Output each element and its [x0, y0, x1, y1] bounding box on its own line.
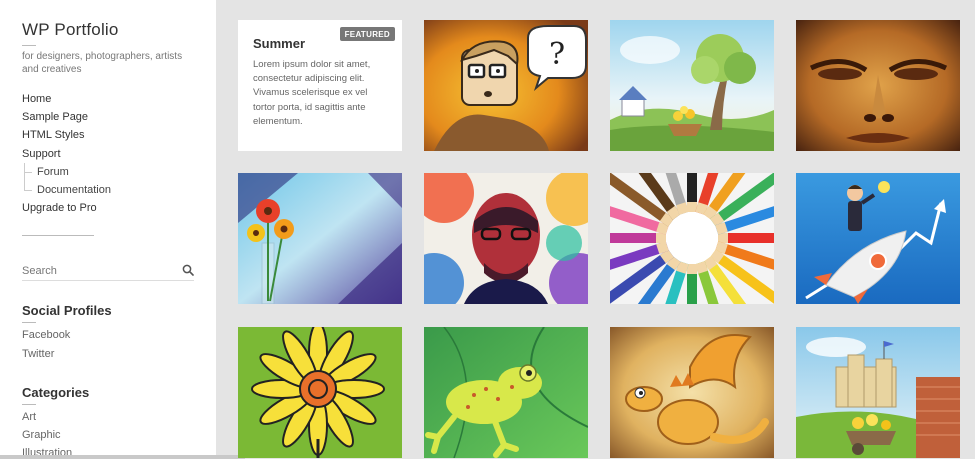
nav-item-upgrade-to-pro[interactable]: Upgrade to Pro: [22, 199, 194, 217]
search-icon[interactable]: [182, 264, 194, 277]
search-input[interactable]: [22, 262, 172, 278]
portfolio-thumbnail-businessman-rocket[interactable]: [796, 173, 960, 304]
portfolio-thumbnail-colored-pencils[interactable]: [610, 173, 774, 304]
house-tree-landscape-thumbnail: [610, 20, 774, 151]
category-link-art[interactable]: Art: [22, 408, 194, 426]
portfolio-thumbnail-house-tree[interactable]: [610, 20, 774, 151]
colorful-portrait-thumbnail: [424, 173, 588, 304]
cartoon-dragon-thumbnail: [610, 327, 774, 458]
portfolio-thumbnail-golden-face[interactable]: [796, 20, 960, 151]
portfolio-thumbnail-flowers-abstract[interactable]: [238, 173, 402, 304]
main-navigation: Home Sample Page HTML Styles Support For…: [22, 90, 194, 217]
portfolio-thumbnail-cartoon-dragon[interactable]: [610, 327, 774, 458]
portfolio-thumbnail-yellow-flower[interactable]: [238, 327, 402, 458]
portfolio-thumbnail-green-frog[interactable]: [424, 327, 588, 458]
nav-item-documentation[interactable]: Documentation: [22, 180, 194, 199]
featured-badge: FEATURED: [339, 27, 395, 41]
widget-divider: [22, 403, 36, 405]
castle-wheelbarrow-thumbnail: [796, 327, 960, 458]
nav-item-home[interactable]: Home: [22, 90, 194, 108]
featured-post-card[interactable]: FEATURED Summer Lorem ipsum dolor sit am…: [238, 20, 402, 151]
nav-item-support[interactable]: Support: [22, 145, 194, 163]
sidebar: WP Portfolio for designers, photographer…: [0, 0, 216, 459]
portfolio-thumbnail-colorful-portrait[interactable]: [424, 173, 588, 304]
title-divider: [22, 45, 36, 46]
horizontal-scrollbar[interactable]: [0, 455, 245, 459]
section-divider: [22, 235, 94, 237]
portfolio-thumbnail-castle-wheelbarrow[interactable]: [796, 327, 960, 458]
nav-item-html-styles[interactable]: HTML Styles: [22, 126, 194, 144]
golden-face-closeup-thumbnail: [796, 20, 960, 151]
site-title[interactable]: WP Portfolio: [22, 20, 194, 40]
colored-pencils-circle-thumbnail: [610, 173, 774, 304]
businessman-rocket-thumbnail: [796, 173, 960, 304]
site-tagline: for designers, photographers, artists an…: [22, 51, 183, 75]
category-link-graphic[interactable]: Graphic: [22, 426, 194, 444]
cartoon-man-question-thumbnail: ?: [424, 20, 588, 151]
nav-item-sample-page[interactable]: Sample Page: [22, 108, 194, 126]
social-link-twitter[interactable]: Twitter: [22, 345, 194, 363]
green-frog-thumbnail: [424, 327, 588, 458]
portfolio-thumbnail-cartoon-man[interactable]: ?: [424, 20, 588, 151]
post-excerpt: Lorem ipsum dolor sit amet, consectetur …: [253, 59, 371, 127]
categories-title: Categories: [22, 384, 90, 400]
nav-item-forum[interactable]: Forum: [22, 162, 194, 181]
search-form: [22, 261, 194, 282]
social-link-facebook[interactable]: Facebook: [22, 326, 194, 344]
widget-divider: [22, 322, 36, 324]
svg-text:?: ?: [549, 37, 565, 72]
social-profiles-title: Social Profiles: [22, 303, 112, 319]
flowers-abstract-blue-thumbnail: [238, 173, 402, 304]
yellow-flower-drawing-thumbnail: [238, 327, 402, 458]
